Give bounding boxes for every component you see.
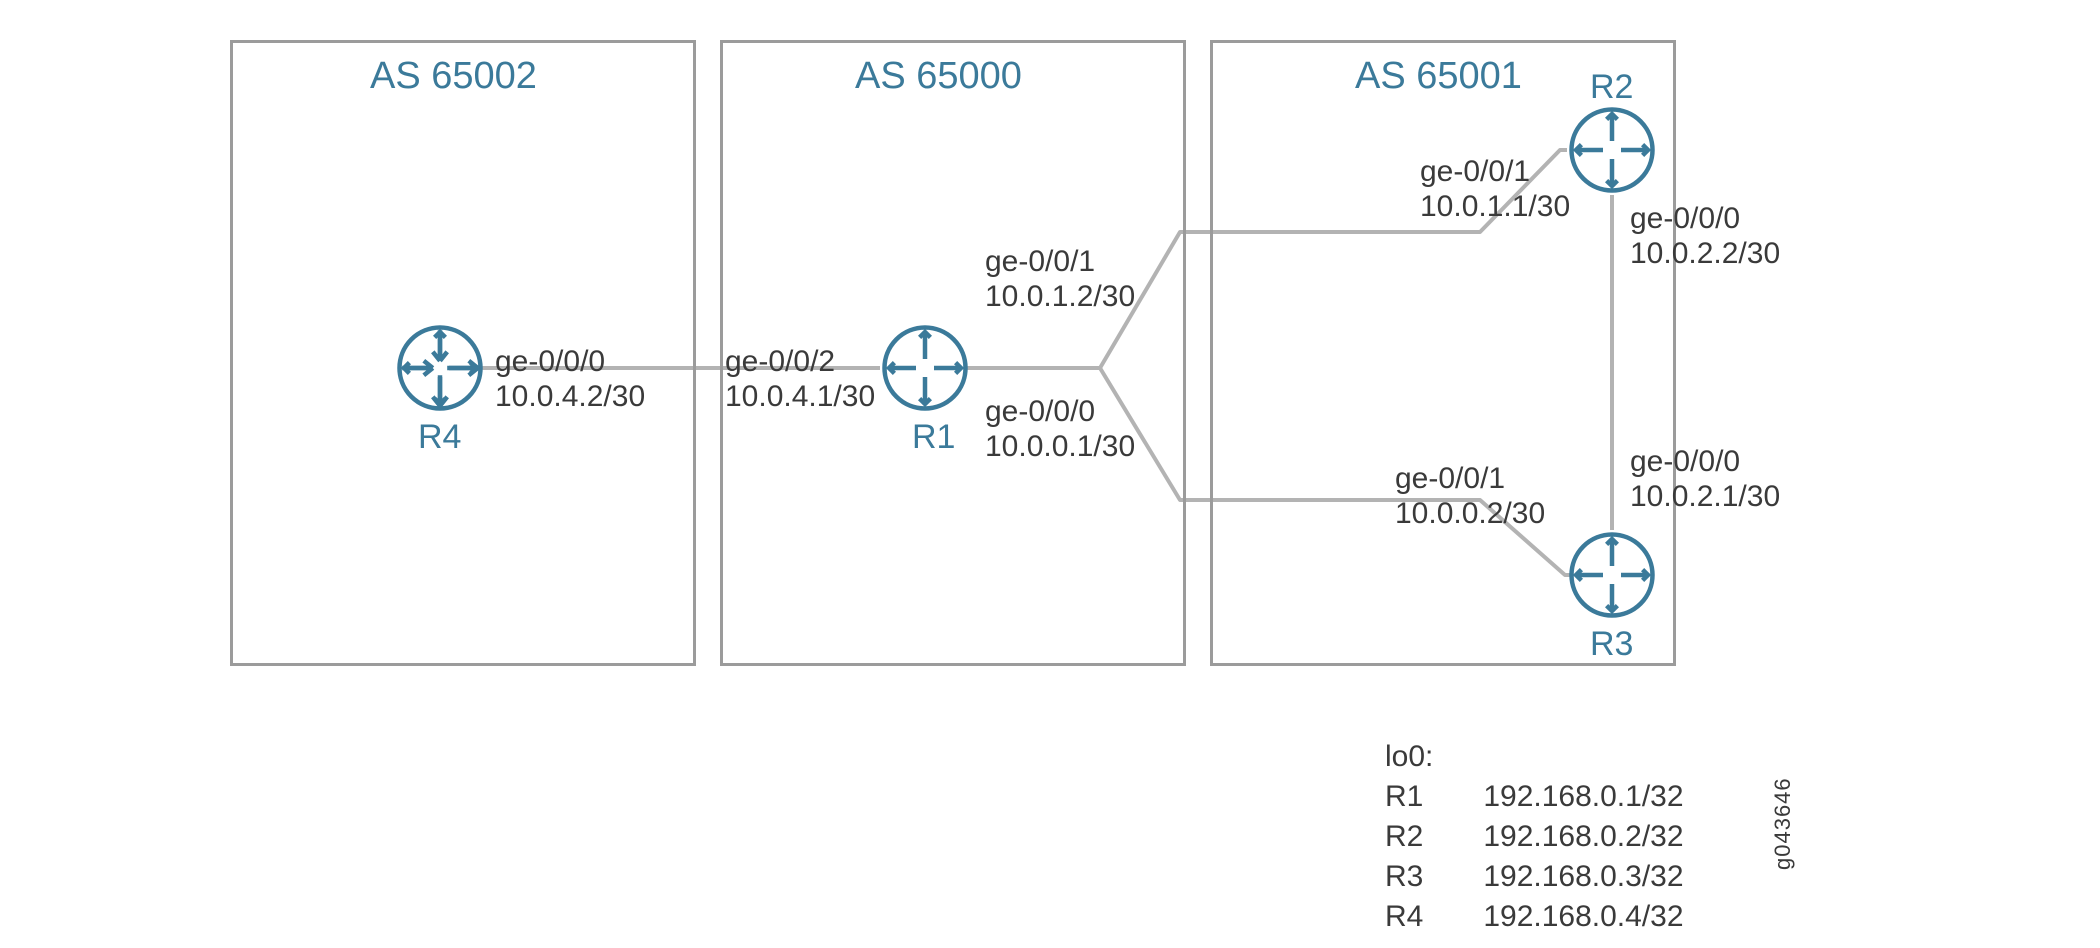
lo-addr: 192.168.0.1/32 <box>1483 780 1683 813</box>
router-r1-label: R1 <box>912 418 955 457</box>
lo-addr: 192.168.0.3/32 <box>1483 860 1683 893</box>
intf-addr: 10.0.4.1/30 <box>725 380 875 413</box>
intf-r1-ge000: ge-0/0/0 10.0.0.1/30 <box>985 395 1135 464</box>
lo-name: R2 <box>1385 820 1475 854</box>
loopback-row-r2: R2 192.168.0.2/32 <box>1385 820 1684 854</box>
intf-r4-ge000: ge-0/0/0 10.0.4.2/30 <box>495 345 645 414</box>
intf-r3-ge001: ge-0/0/1 10.0.0.2/30 <box>1395 462 1545 531</box>
intf-addr: 10.0.0.1/30 <box>985 430 1135 463</box>
lo-name: R4 <box>1385 900 1475 934</box>
intf-name: ge-0/0/0 <box>1630 445 1740 478</box>
intf-addr: 10.0.1.1/30 <box>1420 190 1570 223</box>
lo-addr: 192.168.0.2/32 <box>1483 820 1683 853</box>
intf-addr: 10.0.0.2/30 <box>1395 497 1545 530</box>
loopback-row-r4: R4 192.168.0.4/32 <box>1385 900 1684 934</box>
intf-name: ge-0/0/0 <box>985 395 1095 428</box>
lo-name: R1 <box>1385 780 1475 814</box>
network-diagram: AS 65002 AS 65000 AS 65001 R4 <box>0 0 2100 948</box>
loopback-title: lo0: <box>1385 740 1433 774</box>
lo-addr: 192.168.0.4/32 <box>1483 900 1683 933</box>
intf-r2-ge000: ge-0/0/0 10.0.2.2/30 <box>1630 202 1780 271</box>
loopback-row-r3: R3 192.168.0.3/32 <box>1385 860 1684 894</box>
figure-id: g043646 <box>1770 777 1796 870</box>
router-r2-icon <box>1567 105 1657 195</box>
router-r1-icon <box>880 323 970 413</box>
intf-addr: 10.0.4.2/30 <box>495 380 645 413</box>
intf-name: ge-0/0/0 <box>1630 202 1740 235</box>
router-r4-label: R4 <box>418 418 461 457</box>
intf-addr: 10.0.2.2/30 <box>1630 237 1780 270</box>
lo-name: R3 <box>1385 860 1475 894</box>
router-r3-icon <box>1567 530 1657 620</box>
router-r2-label: R2 <box>1590 68 1633 107</box>
intf-name: ge-0/0/1 <box>1420 155 1530 188</box>
intf-addr: 10.0.2.1/30 <box>1630 480 1780 513</box>
intf-r2-ge001: ge-0/0/1 10.0.1.1/30 <box>1420 155 1570 224</box>
intf-name: ge-0/0/1 <box>985 245 1095 278</box>
as-title-65001: AS 65001 <box>1355 55 1522 98</box>
intf-r3-ge000: ge-0/0/0 10.0.2.1/30 <box>1630 445 1780 514</box>
intf-name: ge-0/0/1 <box>1395 462 1505 495</box>
intf-r1-ge001: ge-0/0/1 10.0.1.2/30 <box>985 245 1135 314</box>
as-title-65000: AS 65000 <box>855 55 1022 98</box>
intf-name: ge-0/0/0 <box>495 345 605 378</box>
loopback-row-r1: R1 192.168.0.1/32 <box>1385 780 1684 814</box>
intf-r1-ge002: ge-0/0/2 10.0.4.1/30 <box>725 345 875 414</box>
router-r4-icon <box>395 323 485 413</box>
as-title-65002: AS 65002 <box>370 55 537 98</box>
intf-name: ge-0/0/2 <box>725 345 835 378</box>
intf-addr: 10.0.1.2/30 <box>985 280 1135 313</box>
router-r3-label: R3 <box>1590 625 1633 664</box>
